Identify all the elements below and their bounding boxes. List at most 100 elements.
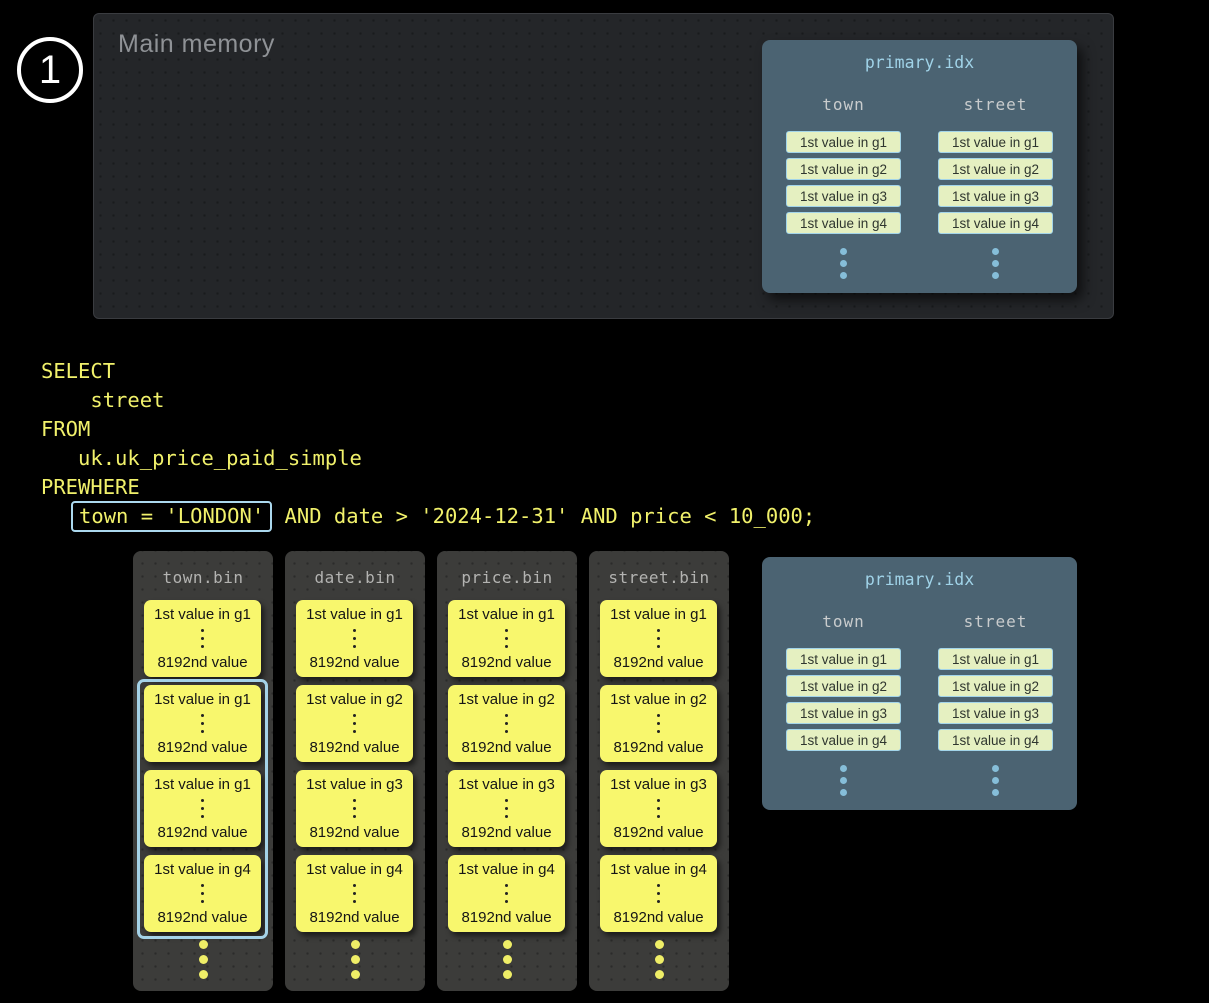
granule-block: 1st value in g4 8192nd value: [296, 855, 413, 932]
index-mark: 1st value in g4: [786, 729, 901, 751]
granule-last-value: 8192nd value: [461, 825, 551, 840]
index-mark: 1st value in g4: [938, 729, 1053, 751]
vertical-ellipsis-icon: [505, 714, 508, 733]
index-column-header: street: [964, 95, 1028, 114]
granule-last-value: 8192nd value: [309, 740, 399, 755]
vertical-ellipsis-icon: [353, 714, 356, 733]
vertical-ellipsis-icon: [133, 940, 273, 979]
granule-first-value: 1st value in g1: [154, 692, 251, 707]
index-column-street: street 1st value in g1 1st value in g2 1…: [938, 95, 1053, 279]
index-mark: 1st value in g2: [938, 675, 1053, 697]
sql-line-table: uk.uk_price_paid_simple: [41, 444, 815, 473]
granule-last-value: 8192nd value: [461, 910, 551, 925]
granule-first-value: 1st value in g4: [458, 862, 555, 877]
bin-file-date: date.bin 1st value in g1 8192nd value 1s…: [285, 551, 425, 991]
index-mark: 1st value in g3: [938, 702, 1053, 724]
vertical-ellipsis-icon: [285, 940, 425, 979]
granule-block: 1st value in g1 8192nd value: [144, 685, 261, 762]
bin-file-street: street.bin 1st value in g1 8192nd value …: [589, 551, 729, 991]
sql-line-prewhere: PREWHERE: [41, 473, 815, 502]
granule-last-value: 8192nd value: [613, 825, 703, 840]
index-mark: 1st value in g1: [786, 131, 901, 153]
granule-block: 1st value in g1 8192nd value: [600, 600, 717, 677]
vertical-ellipsis-icon: [505, 799, 508, 818]
vertical-ellipsis-icon: [589, 940, 729, 979]
index-mark: 1st value in g1: [938, 648, 1053, 670]
bin-file-title: price.bin: [437, 568, 577, 587]
sql-line-select-column: street: [41, 386, 815, 415]
vertical-ellipsis-icon: [657, 884, 660, 903]
granule-last-value: 8192nd value: [461, 655, 551, 670]
granule-first-value: 1st value in g1: [154, 777, 251, 792]
index-mark: 1st value in g4: [938, 212, 1053, 234]
granule-first-value: 1st value in g3: [610, 777, 707, 792]
vertical-ellipsis-icon: [201, 629, 204, 648]
vertical-ellipsis-icon: [353, 629, 356, 648]
index-mark: 1st value in g2: [786, 158, 901, 180]
granule-block: 1st value in g1 8192nd value: [144, 600, 261, 677]
granule-block: 1st value in g1 8192nd value: [296, 600, 413, 677]
granule-block: 1st value in g3 8192nd value: [448, 770, 565, 847]
index-mark: 1st value in g2: [786, 675, 901, 697]
vertical-ellipsis-icon: [353, 884, 356, 903]
main-memory-panel: Main memory primary.idx town 1st value i…: [93, 13, 1114, 319]
index-mark: 1st value in g1: [786, 648, 901, 670]
main-memory-title: Main memory: [118, 30, 275, 59]
granule-block: 1st value in g4 8192nd value: [600, 855, 717, 932]
granule-first-value: 1st value in g4: [306, 862, 403, 877]
sql-line-predicates: town = 'LONDON' AND date > '2024-12-31' …: [41, 502, 815, 531]
granule-last-value: 8192nd value: [309, 655, 399, 670]
granule-block: 1st value in g2 8192nd value: [296, 685, 413, 762]
vertical-ellipsis-icon: [201, 884, 204, 903]
granule-first-value: 1st value in g3: [458, 777, 555, 792]
granule-block: 1st value in g4 8192nd value: [448, 855, 565, 932]
index-column-header: town: [822, 95, 865, 114]
town-predicate-highlight: town = 'LONDON': [71, 501, 272, 532]
granule-first-value: 1st value in g1: [154, 607, 251, 622]
granule-block: 1st value in g1 8192nd value: [144, 770, 261, 847]
granule-last-value: 8192nd value: [157, 825, 247, 840]
granule-first-value: 1st value in g1: [610, 607, 707, 622]
granule-first-value: 1st value in g4: [154, 862, 251, 877]
index-column-street: street 1st value in g1 1st value in g2 1…: [938, 612, 1053, 796]
vertical-ellipsis-icon: [657, 714, 660, 733]
bin-file-title: town.bin: [133, 568, 273, 587]
granule-last-value: 8192nd value: [157, 910, 247, 925]
vertical-ellipsis-icon: [201, 714, 204, 733]
granule-last-value: 8192nd value: [613, 655, 703, 670]
vertical-ellipsis-icon: [201, 799, 204, 818]
granule-block: 1st value in g4 8192nd value: [144, 855, 261, 932]
index-mark: 1st value in g3: [938, 185, 1053, 207]
granule-block: 1st value in g2 8192nd value: [600, 685, 717, 762]
primary-idx-panel-memory: primary.idx town 1st value in g1 1st val…: [762, 40, 1077, 293]
granule-block: 1st value in g3 8192nd value: [296, 770, 413, 847]
vertical-ellipsis-icon: [657, 629, 660, 648]
index-mark: 1st value in g3: [786, 702, 901, 724]
diagram-canvas: 1 Main memory primary.idx town 1st value…: [0, 0, 1209, 1003]
granule-first-value: 1st value in g1: [458, 607, 555, 622]
index-mark: 1st value in g2: [938, 158, 1053, 180]
granule-first-value: 1st value in g3: [306, 777, 403, 792]
granule-last-value: 8192nd value: [309, 910, 399, 925]
vertical-ellipsis-icon: [437, 940, 577, 979]
granule-last-value: 8192nd value: [157, 655, 247, 670]
sql-query: SELECT street FROM uk.uk_price_paid_simp…: [41, 357, 815, 531]
predicate-rest: AND date > '2024-12-31' AND price < 10_0…: [272, 504, 815, 528]
granule-last-value: 8192nd value: [461, 740, 551, 755]
index-column-town: town 1st value in g1 1st value in g2 1st…: [786, 95, 901, 279]
bin-file-price: price.bin 1st value in g1 8192nd value 1…: [437, 551, 577, 991]
index-column-header: street: [964, 612, 1028, 631]
vertical-ellipsis-icon: [353, 799, 356, 818]
vertical-ellipsis-icon: [992, 248, 999, 279]
primary-idx-panel-disk: primary.idx town 1st value in g1 1st val…: [762, 557, 1077, 810]
vertical-ellipsis-icon: [992, 765, 999, 796]
index-mark: 1st value in g1: [938, 131, 1053, 153]
step-number-badge: 1: [17, 37, 83, 103]
sql-line-select: SELECT: [41, 357, 815, 386]
granule-first-value: 1st value in g2: [458, 692, 555, 707]
index-column-header: town: [822, 612, 865, 631]
vertical-ellipsis-icon: [840, 248, 847, 279]
index-mark: 1st value in g4: [786, 212, 901, 234]
granule-first-value: 1st value in g4: [610, 862, 707, 877]
granule-block: 1st value in g2 8192nd value: [448, 685, 565, 762]
